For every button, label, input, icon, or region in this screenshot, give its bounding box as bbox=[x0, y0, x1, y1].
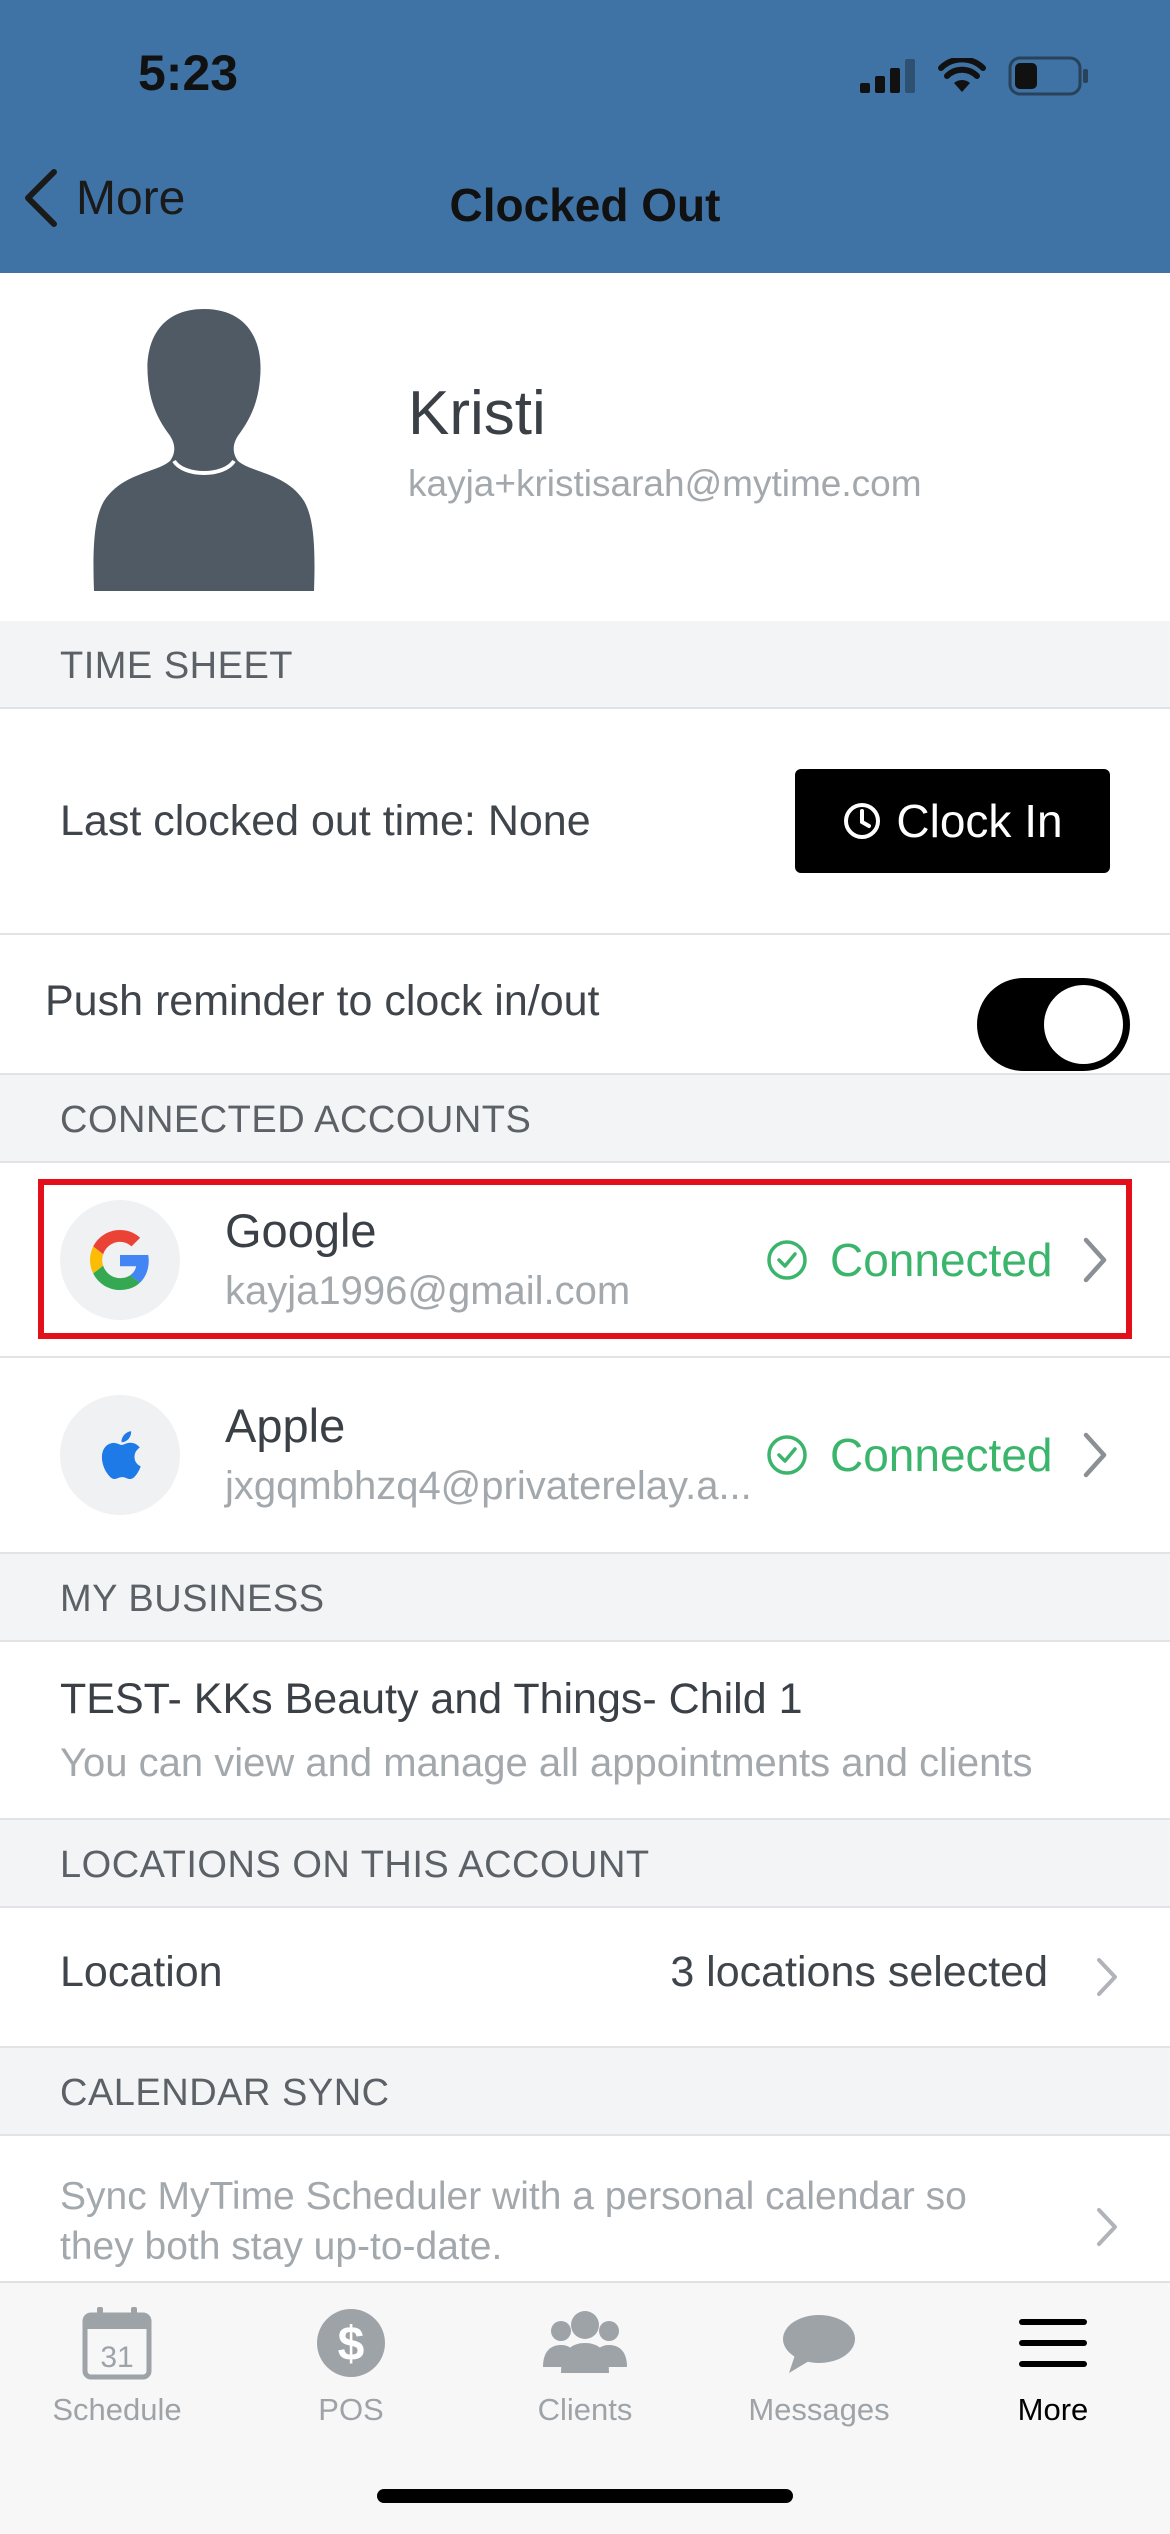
location-label: Location bbox=[60, 1948, 223, 1996]
location-row[interactable]: Location 3 locations selected bbox=[0, 1908, 1170, 2048]
push-reminder-row: Push reminder to clock in/out bbox=[0, 935, 1170, 1075]
location-value: 3 locations selected bbox=[670, 1948, 1048, 1996]
battery-icon bbox=[1008, 56, 1088, 96]
toggle-knob bbox=[1044, 985, 1123, 1064]
dollar-glyph: $ bbox=[338, 2318, 365, 2371]
section-header-connected-accounts: CONNECTED ACCOUNTS bbox=[0, 1075, 1170, 1163]
clock-in-button[interactable]: Clock In bbox=[795, 769, 1110, 873]
section-title: MY BUSINESS bbox=[60, 1578, 325, 1620]
business-description: You can view and manage all appointments… bbox=[60, 1741, 1033, 1785]
section-title: CALENDAR SYNC bbox=[60, 2072, 390, 2114]
tab-schedule[interactable]: 31 Schedule bbox=[0, 2305, 234, 2428]
tab-label: Clients bbox=[537, 2392, 633, 2427]
last-clocked-out-label: Last clocked out time: None bbox=[60, 797, 591, 845]
tab-label: Messages bbox=[748, 2392, 890, 2427]
chevron-right-icon bbox=[1097, 1958, 1117, 1996]
status-label: Connected bbox=[830, 1429, 1053, 1481]
push-reminder-toggle[interactable] bbox=[977, 978, 1130, 1071]
calendar-sync-description: Sync MyTime Scheduler with a personal ca… bbox=[60, 2175, 967, 2268]
section-header-locations: LOCATIONS ON THIS ACCOUNT bbox=[0, 1820, 1170, 1908]
profile-email: kayja+kristisarah@mytime.com bbox=[408, 463, 922, 504]
chevron-right-icon bbox=[1097, 2208, 1117, 2246]
tab-messages[interactable]: Messages bbox=[702, 2305, 936, 2428]
clock-row: Last clocked out time: None Clock In bbox=[0, 709, 1170, 935]
business-name: TEST- KKs Beauty and Things- Child 1 bbox=[60, 1675, 803, 1723]
business-row: TEST- KKs Beauty and Things- Child 1 You… bbox=[0, 1642, 1170, 1820]
section-title: TIME SHEET bbox=[60, 645, 294, 687]
section-title: CONNECTED ACCOUNTS bbox=[60, 1099, 532, 1141]
chevron-right-icon bbox=[1083, 1432, 1107, 1478]
section-title: LOCATIONS ON THIS ACCOUNT bbox=[60, 1844, 650, 1886]
page-title: Clocked Out bbox=[449, 179, 721, 231]
home-indicator[interactable] bbox=[377, 2489, 793, 2503]
highlight-box bbox=[38, 1179, 1132, 1339]
check-circle-icon bbox=[767, 1435, 807, 1475]
profile-card: Kristi kayja+kristisarah@mytime.com bbox=[0, 273, 1170, 623]
clock-icon bbox=[844, 803, 881, 839]
people-icon bbox=[543, 2311, 627, 2373]
status-badge: Connected bbox=[766, 1428, 1053, 1482]
account-email: jxgqmbhzq4@privaterelay.a... bbox=[225, 1464, 752, 1508]
push-reminder-label: Push reminder to clock in/out bbox=[45, 977, 600, 1025]
avatar bbox=[93, 309, 315, 591]
tab-clients[interactable]: Clients bbox=[468, 2305, 702, 2428]
section-header-my-business: MY BUSINESS bbox=[0, 1554, 1170, 1642]
status-icons bbox=[860, 56, 1090, 96]
tab-label: POS bbox=[318, 2392, 384, 2427]
tab-more[interactable]: More bbox=[936, 2305, 1170, 2428]
signal-icon bbox=[860, 59, 915, 93]
account-row-apple[interactable]: Apple jxgqmbhzq4@privaterelay.a... Conne… bbox=[0, 1358, 1170, 1554]
dollar-icon: $ bbox=[317, 2309, 385, 2377]
section-header-time-sheet: TIME SHEET bbox=[0, 621, 1170, 709]
wifi-icon bbox=[938, 58, 986, 92]
section-header-calendar-sync: CALENDAR SYNC bbox=[0, 2048, 1170, 2136]
clock-in-label: Clock In bbox=[896, 795, 1063, 847]
account-provider: Apple bbox=[225, 1399, 346, 1452]
status-time: 5:23 bbox=[138, 45, 239, 101]
profile-name: Kristi bbox=[408, 379, 546, 448]
calendar-sync-row[interactable]: Sync MyTime Scheduler with a personal ca… bbox=[0, 2136, 1170, 2281]
tab-pos[interactable]: $ POS bbox=[234, 2305, 468, 2428]
menu-icon bbox=[1019, 2319, 1087, 2367]
apple-icon bbox=[60, 1395, 180, 1515]
calendar-badge: 31 bbox=[100, 2341, 133, 2374]
chat-bubble-icon bbox=[783, 2315, 855, 2373]
tab-label: Schedule bbox=[52, 2392, 182, 2427]
nav-header: 5:23 More Clocked Out bbox=[0, 0, 1170, 273]
calendar-icon: 31 bbox=[82, 2307, 152, 2380]
tab-label: More bbox=[1017, 2392, 1089, 2427]
